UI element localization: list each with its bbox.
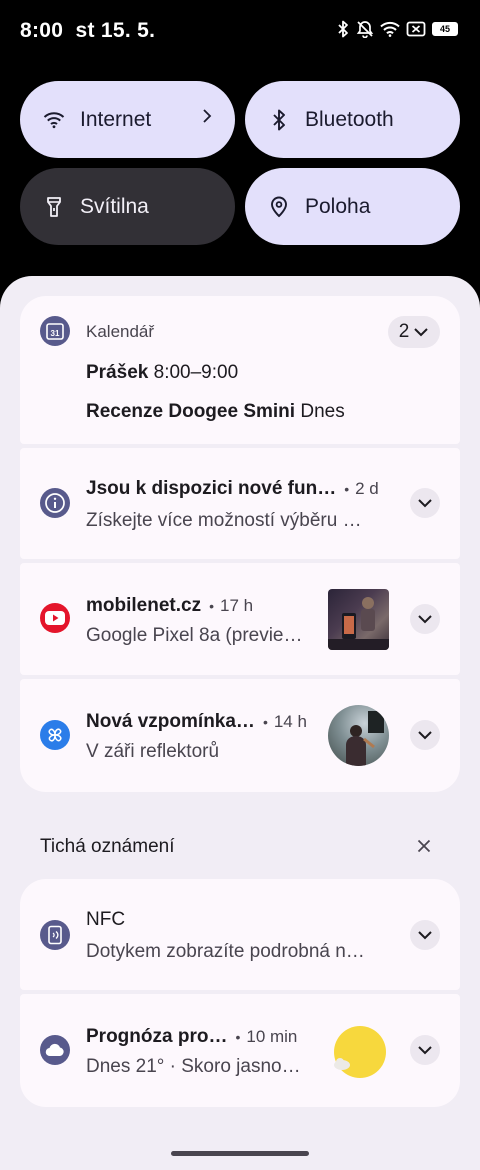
tile-flashlight-label: Svítilna — [80, 194, 149, 218]
calendar-app-name: Kalendář — [86, 322, 155, 341]
tile-location[interactable]: Poloha — [245, 168, 460, 245]
calendar-event-2: Recenze Doogee Smini Dnes — [86, 401, 345, 423]
chevron-down-icon — [418, 731, 432, 740]
nfc-title: NFC — [86, 909, 126, 930]
nfc-body: Dotykem zobrazíte podrobná n… — [86, 941, 365, 962]
battery-level: 45 — [439, 23, 450, 34]
notification-calendar[interactable]: 31 Kalendář 2 Prášek 8:00–9:00 Recenze D… — [20, 296, 460, 444]
calendar-event-1-title: Prášek — [86, 362, 149, 383]
sim-off-icon — [406, 21, 426, 37]
status-icons: 45 — [336, 20, 458, 38]
pinwheel-icon — [40, 720, 70, 750]
notification-count-button[interactable]: 2 — [388, 316, 440, 348]
nfc-icon — [40, 920, 70, 950]
status-bar: 8:00 st 15. 5. 45 — [0, 0, 480, 64]
info-icon — [40, 488, 70, 518]
calendar-icon: 31 — [40, 316, 70, 346]
calendar-event-2-title: Recenze Doogee Smini — [86, 401, 296, 422]
features-title: Jsou k dispozici nové fun… — [86, 478, 337, 499]
memory-title-row: Nová vzpomínka… • 14 h — [86, 711, 307, 733]
clock-date: st 15. 5. — [75, 19, 156, 42]
separator-dot: • — [209, 598, 214, 614]
separator-dot: • — [235, 1029, 241, 1045]
youtube-title: mobilenet.cz — [86, 595, 202, 616]
youtube-body: Google Pixel 8a (previe… — [86, 625, 303, 646]
expand-button[interactable] — [410, 920, 440, 950]
memory-time: 14 h — [273, 712, 307, 731]
youtube-time: 17 h — [219, 596, 254, 615]
nfc-title-row: NFC — [86, 909, 125, 931]
tile-flashlight[interactable]: Svítilna — [20, 168, 235, 245]
notification-youtube[interactable]: mobilenet.cz • 17 h Google Pixel 8a (pre… — [20, 563, 460, 675]
close-icon — [417, 839, 431, 853]
weather-body: Dnes 21° · Skoro jasno… — [86, 1056, 301, 1077]
weather-sun-icon — [330, 1022, 390, 1082]
separator-dot: • — [262, 714, 268, 730]
clock-time: 8:00 — [20, 19, 64, 42]
weather-time: 10 min — [246, 1027, 298, 1046]
notification-memory[interactable]: Nová vzpomínka… • 14 h V záři reflektorů — [20, 679, 460, 792]
tile-bluetooth-label: Bluetooth — [305, 107, 394, 131]
calendar-event-2-time: Dnes — [300, 401, 345, 422]
memory-title: Nová vzpomínka… — [86, 711, 255, 732]
clear-silent-button[interactable] — [412, 834, 436, 858]
separator-dot: • — [344, 481, 350, 497]
chevron-down-icon — [418, 1046, 432, 1055]
chevron-down-icon — [418, 615, 432, 624]
notification-weather[interactable]: Prognóza pro… • 10 min Dnes 21° · Skoro … — [20, 994, 460, 1107]
bluetooth-icon — [338, 20, 348, 38]
chevron-down-icon — [414, 328, 428, 337]
notification-count: 2 — [398, 321, 410, 342]
chevron-down-icon — [418, 499, 432, 508]
cloud-icon — [40, 1035, 70, 1065]
bell-off-icon — [356, 21, 374, 38]
memory-body: V záři reflektorů — [86, 741, 220, 762]
youtube-icon — [40, 603, 70, 633]
features-body: Získejte více možností výběru … — [86, 510, 362, 531]
calendar-event-1: Prášek 8:00–9:00 — [86, 362, 238, 384]
chevron-down-icon — [418, 931, 432, 940]
silent-section-title: Tichá oznámení — [40, 836, 175, 857]
gesture-navigation-bar[interactable] — [171, 1151, 309, 1156]
notification-nfc[interactable]: NFC Dotykem zobrazíte podrobná n… — [20, 879, 460, 990]
tile-bluetooth[interactable]: Bluetooth — [245, 81, 460, 158]
calendar-event-1-time: 8:00–9:00 — [153, 362, 239, 383]
status-clock: 8:00 st 15. 5. — [20, 19, 155, 43]
expand-button[interactable] — [410, 604, 440, 634]
notification-features[interactable]: Jsou k dispozici nové fun… • 2 d Získejt… — [20, 448, 460, 559]
tile-internet[interactable]: Internet — [20, 81, 235, 158]
battery-icon: 45 — [432, 22, 458, 36]
tile-internet-label: Internet — [80, 107, 152, 131]
weather-title-row: Prognóza pro… • 10 min — [86, 1026, 297, 1048]
youtube-title-row: mobilenet.cz • 17 h — [86, 595, 253, 617]
memory-thumbnail — [328, 705, 389, 766]
calendar-icon-day: 31 — [51, 329, 60, 338]
bluetooth-icon — [267, 108, 291, 132]
weather-title: Prognóza pro… — [86, 1026, 228, 1047]
location-pin-icon — [267, 195, 291, 219]
flashlight-icon — [42, 195, 66, 219]
video-thumbnail — [328, 589, 389, 650]
expand-button[interactable] — [410, 488, 440, 518]
expand-button[interactable] — [410, 720, 440, 750]
features-time: 2 d — [355, 479, 379, 498]
chevron-right-icon — [203, 109, 212, 123]
expand-button[interactable] — [410, 1035, 440, 1065]
features-title-row: Jsou k dispozici nové fun… • 2 d — [86, 478, 379, 500]
wifi-icon — [380, 21, 400, 37]
tile-location-label: Poloha — [305, 194, 371, 218]
wifi-icon — [42, 108, 66, 132]
